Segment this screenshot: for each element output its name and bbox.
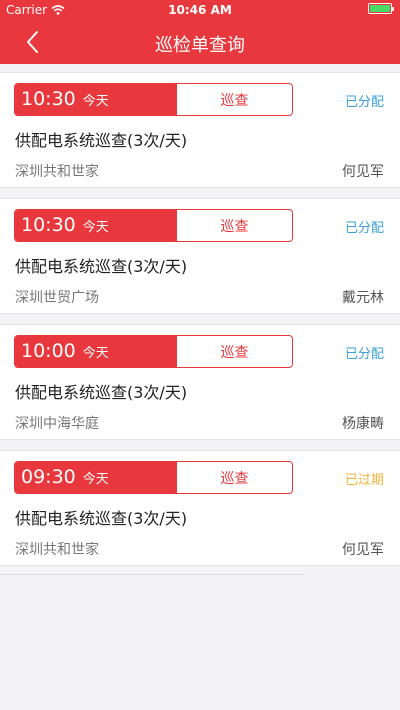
time-block: 10:30 今天 [15, 84, 177, 115]
time-type-bar: 10:30 今天 巡查 [14, 83, 293, 116]
time-label: 10:00 [21, 340, 76, 362]
list-item[interactable]: 10:30 今天 巡查 已分配 供配电系统巡查(3次/天) 深圳世贸广场 戴元林 [0, 198, 400, 314]
status-badge: 已分配 [344, 347, 384, 362]
item-person: 何见军 [342, 164, 384, 180]
day-label: 今天 [82, 472, 109, 487]
time-label: 09:30 [21, 466, 76, 488]
status-badge: 已过期 [344, 473, 384, 488]
item-title: 供配电系统巡查(3次/天) [15, 509, 188, 528]
day-label: 今天 [82, 346, 109, 361]
time-type-bar: 10:30 今天 巡查 [14, 209, 293, 242]
status-time: 10:46 AM [168, 3, 232, 17]
time-label: 10:30 [21, 88, 76, 110]
nav-bar: 巡检单查询 [0, 20, 400, 64]
time-type-bar: 09:30 今天 巡查 [14, 461, 293, 494]
time-type-bar: 10:00 今天 巡查 [14, 335, 293, 368]
item-location: 深圳中海华庭 [15, 416, 99, 432]
time-block: 09:30 今天 [15, 462, 177, 493]
day-label: 今天 [82, 94, 109, 109]
list-divider [0, 574, 304, 575]
app-header: Carrier 10:46 AM 巡检单查询 [0, 0, 400, 64]
type-label: 巡查 [220, 218, 249, 235]
type-label: 巡查 [220, 470, 249, 487]
item-person: 杨康畴 [342, 416, 384, 432]
item-location: 深圳共和世家 [15, 542, 99, 558]
list-item[interactable]: 10:30 今天 巡查 已分配 供配电系统巡查(3次/天) 深圳共和世家 何见军 [0, 72, 400, 188]
inspection-list: 10:30 今天 巡查 已分配 供配电系统巡查(3次/天) 深圳共和世家 何见军… [0, 72, 400, 576]
list-item[interactable]: 10:00 今天 巡查 已分配 供配电系统巡查(3次/天) 深圳中海华庭 杨康畴 [0, 324, 400, 440]
time-label: 10:30 [21, 214, 76, 236]
type-label: 巡查 [220, 344, 249, 361]
time-block: 10:30 今天 [15, 210, 177, 241]
page-title: 巡检单查询 [155, 35, 245, 56]
item-location: 深圳世贸广场 [15, 290, 99, 306]
time-block: 10:00 今天 [15, 336, 177, 367]
status-badge: 已分配 [344, 95, 384, 110]
day-label: 今天 [82, 220, 109, 235]
item-title: 供配电系统巡查(3次/天) [15, 257, 188, 276]
item-title: 供配电系统巡查(3次/天) [15, 131, 188, 150]
item-person: 何见军 [342, 542, 384, 558]
status-right [368, 3, 394, 14]
battery-icon [368, 3, 394, 14]
item-location: 深圳共和世家 [15, 164, 99, 180]
item-person: 戴元林 [342, 290, 384, 306]
list-item[interactable]: 09:30 今天 巡查 已过期 供配电系统巡查(3次/天) 深圳共和世家 何见军 [0, 450, 400, 566]
status-bar: Carrier 10:46 AM [0, 0, 400, 20]
type-label: 巡查 [220, 92, 249, 109]
item-title: 供配电系统巡查(3次/天) [15, 383, 188, 402]
status-badge: 已分配 [344, 221, 384, 236]
